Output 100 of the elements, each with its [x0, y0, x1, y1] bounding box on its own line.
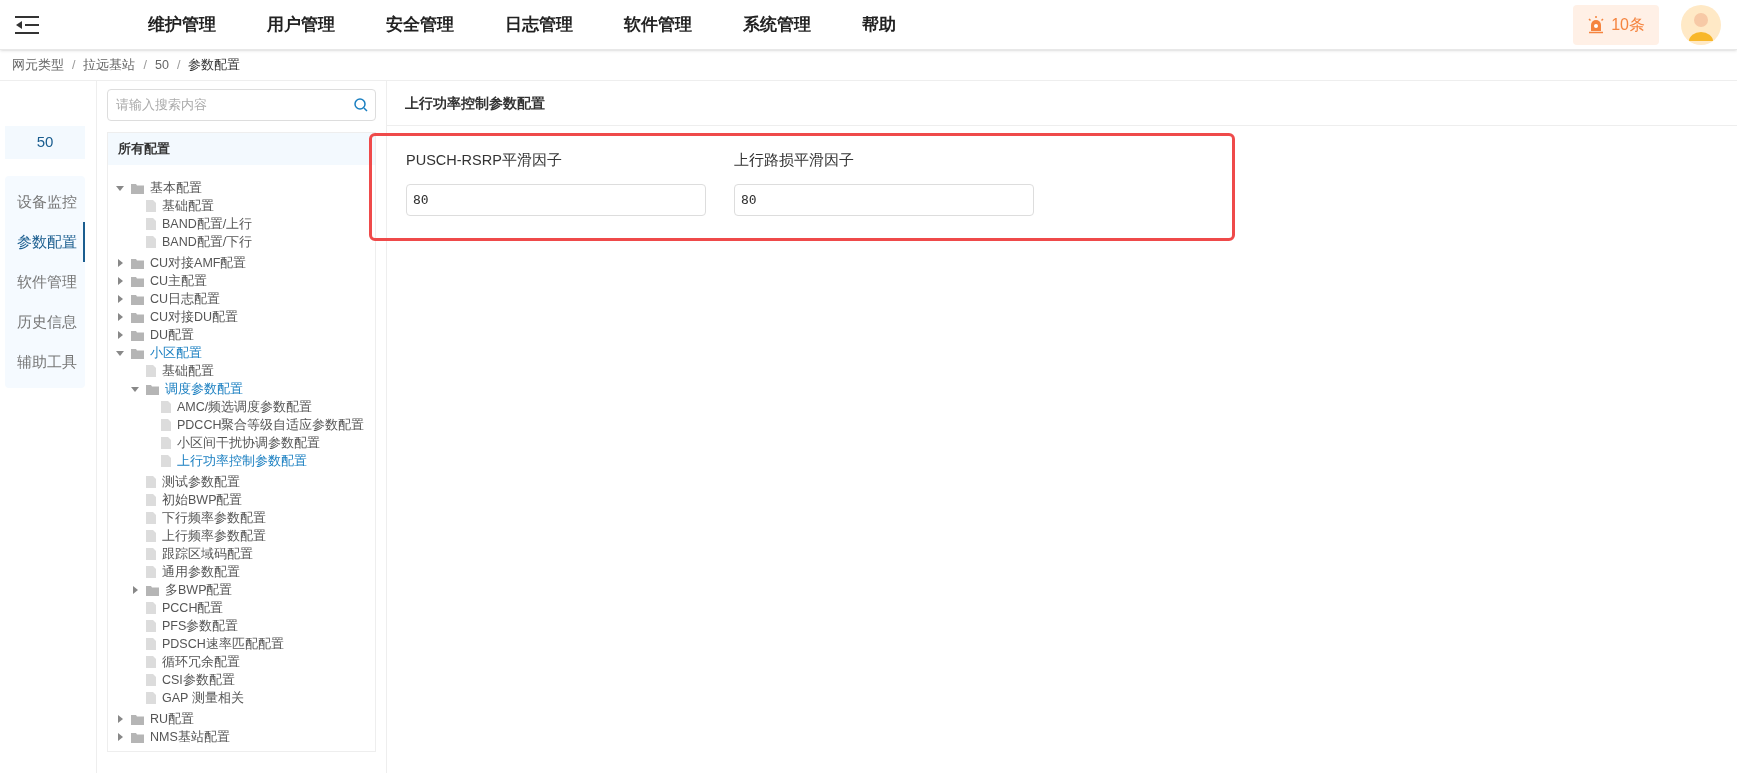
nav-menu-item[interactable]: 用户管理 — [267, 11, 335, 38]
side-nav-item[interactable]: 辅助工具 — [5, 342, 85, 382]
tree-item[interactable]: PCCH配置 — [162, 598, 224, 618]
breadcrumb-separator: / — [72, 56, 76, 74]
caret-right-icon[interactable] — [116, 313, 124, 321]
input-field[interactable]: 80 — [406, 183, 706, 216]
caret-right-icon[interactable] — [116, 259, 124, 267]
file-icon — [146, 218, 156, 230]
nav-menu-item[interactable]: 日志管理 — [505, 11, 573, 38]
tree-item[interactable]: 基础配置 — [162, 361, 214, 381]
alarm-light-icon — [1587, 15, 1606, 34]
tree-item[interactable]: 小区配置 — [150, 343, 202, 363]
tree-item[interactable]: 小区间干扰协调参数配置 — [177, 433, 320, 453]
caret-right-icon[interactable] — [116, 331, 124, 339]
breadcrumb-item[interactable]: 50 — [154, 55, 169, 75]
device-label: 50 — [5, 126, 85, 159]
field-label: 上行路损平滑因子 — [734, 151, 855, 170]
tree-item[interactable]: 基础配置 — [162, 196, 214, 216]
tree-item[interactable]: PDCCH聚合等级自适应参数配置 — [177, 415, 365, 435]
file-icon — [146, 236, 156, 248]
nav-menu-item[interactable]: 软件管理 — [624, 11, 692, 38]
file-icon — [146, 692, 156, 704]
side-nav-item[interactable]: 软件管理 — [5, 262, 85, 302]
file-icon — [146, 512, 156, 524]
tree-item[interactable]: 跟踪区域码配置 — [162, 544, 253, 564]
nav-menu-item[interactable]: 安全管理 — [386, 11, 454, 38]
caret-down-icon[interactable] — [131, 385, 139, 393]
file-icon — [146, 548, 156, 560]
file-icon — [161, 437, 171, 449]
search-icon[interactable] — [354, 98, 368, 112]
tree-item[interactable]: RU配置 — [150, 709, 195, 729]
field-label: PUSCH-RSRP平滑因子 — [406, 151, 563, 170]
tree-title: 所有配置 — [108, 133, 375, 165]
file-icon — [146, 200, 156, 212]
nav-menu-item[interactable]: 系统管理 — [743, 11, 811, 38]
tree-item[interactable]: 初始BWP配置 — [162, 490, 243, 510]
folder-icon — [131, 329, 144, 341]
caret-right-icon[interactable] — [116, 295, 124, 303]
folder-icon — [131, 347, 144, 359]
folder-icon — [131, 275, 144, 287]
caret-down-icon[interactable] — [116, 184, 124, 192]
file-icon — [161, 455, 171, 467]
input-field[interactable]: 80 — [734, 183, 1034, 216]
tree-item[interactable]: NMS基站配置 — [150, 727, 230, 747]
breadcrumb-item: 参数配置 — [188, 56, 241, 74]
side-nav-item[interactable]: 历史信息 — [5, 302, 85, 342]
tree-item[interactable]: PDSCH速率匹配配置 — [162, 634, 284, 654]
caret-right-icon[interactable] — [131, 586, 139, 594]
caret-right-icon[interactable] — [116, 277, 124, 285]
caret-right-icon[interactable] — [116, 733, 124, 741]
breadcrumb-separator: / — [176, 56, 181, 74]
tree-item[interactable]: 测试参数配置 — [162, 472, 240, 492]
panel-title: 上行功率控制参数配置 — [387, 81, 1737, 126]
file-icon — [146, 566, 156, 578]
tree-item[interactable]: 循环冗余配置 — [162, 652, 240, 672]
caret-right-icon[interactable] — [116, 715, 124, 723]
tree-item[interactable]: 上行功率控制参数配置 — [177, 451, 307, 471]
menu-fold-icon[interactable] — [15, 15, 39, 34]
tree-item[interactable]: 通用参数配置 — [162, 562, 240, 582]
nav-menu-item[interactable]: 帮助 — [862, 11, 896, 38]
side-nav-item[interactable]: 设备监控 — [5, 182, 85, 222]
tree-item[interactable]: DU配置 — [150, 325, 195, 345]
tree-item[interactable]: 下行频率参数配置 — [162, 508, 266, 528]
tree-item[interactable]: 调度参数配置 — [165, 379, 243, 399]
tree-item[interactable]: 多BWP配置 — [165, 580, 233, 600]
tree-item[interactable]: 上行频率参数配置 — [162, 526, 266, 546]
folder-icon — [131, 713, 144, 725]
file-icon — [146, 656, 156, 668]
file-icon — [161, 401, 171, 413]
tree-item[interactable]: BAND配置/上行 — [162, 214, 253, 234]
caret-down-icon[interactable] — [116, 349, 124, 357]
folder-icon — [131, 311, 144, 323]
tree-item[interactable]: CU对接DU配置 — [150, 307, 239, 327]
tree-item[interactable]: GAP 测量相关 — [162, 688, 244, 708]
file-icon — [146, 365, 156, 377]
tree-item[interactable]: BAND配置/下行 — [162, 232, 253, 252]
file-icon — [146, 476, 156, 488]
tree-item[interactable]: CU对接AMF配置 — [150, 253, 247, 273]
tree-item[interactable]: AMC/频选调度参数配置 — [177, 397, 313, 417]
search-field[interactable]: 请输入搜索内容 — [107, 89, 376, 121]
side-nav-item[interactable]: 参数配置 — [5, 222, 85, 262]
nav-menu-item[interactable]: 维护管理 — [148, 11, 216, 38]
breadcrumb-separator: / — [143, 56, 147, 74]
file-icon — [146, 674, 156, 686]
folder-icon — [146, 383, 159, 395]
tree-item[interactable]: CU主配置 — [150, 271, 208, 291]
file-icon — [146, 602, 156, 614]
folder-icon — [146, 584, 159, 596]
folder-icon — [131, 293, 144, 305]
tree-item[interactable]: CSI参数配置 — [162, 670, 235, 690]
tree-item[interactable]: CU日志配置 — [150, 289, 221, 309]
breadcrumb-item[interactable]: 网元类型 — [12, 55, 64, 75]
tree-item[interactable]: 基本配置 — [150, 178, 202, 198]
avatar[interactable] — [1681, 4, 1721, 45]
file-icon — [146, 494, 156, 506]
folder-icon — [131, 257, 144, 269]
file-icon — [146, 620, 156, 632]
folder-icon — [131, 731, 144, 743]
breadcrumb-item[interactable]: 拉远基站 — [83, 55, 136, 75]
tree-item[interactable]: PFS参数配置 — [162, 616, 239, 636]
